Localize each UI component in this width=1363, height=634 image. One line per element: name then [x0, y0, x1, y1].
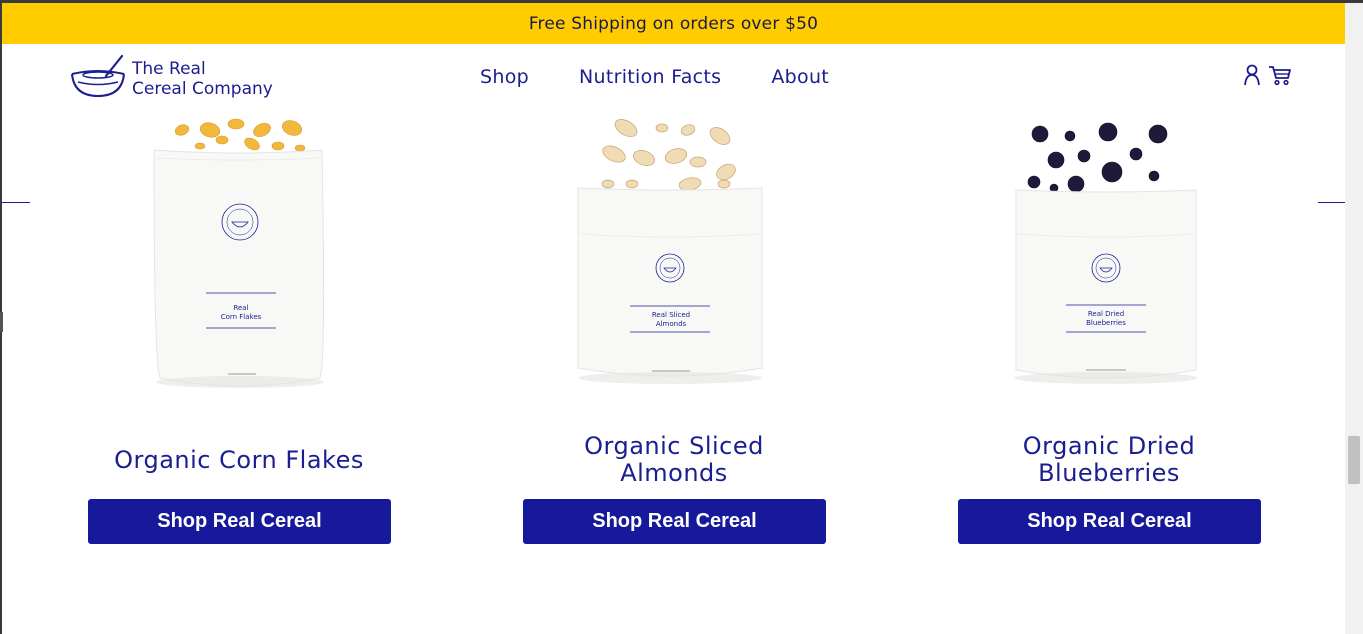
vertical-scrollbar[interactable] [1345, 3, 1363, 634]
product-image-corn-flakes[interactable]: Real Corn Flakes [140, 116, 340, 400]
window-frame-notch [0, 312, 3, 332]
product-title-line-1: Organic Sliced [584, 432, 764, 460]
header-actions [1242, 64, 1298, 90]
logo[interactable]: The Real Cereal Company [70, 54, 273, 104]
product-title-sliced-almonds[interactable]: Organic Sliced Almonds [504, 433, 844, 487]
nav-shop[interactable]: Shop [480, 66, 529, 88]
user-icon[interactable] [1242, 64, 1262, 90]
bag-label-blueberries-1: Real Dried [1088, 310, 1124, 318]
carousel-next-arrow[interactable] [1318, 202, 1345, 203]
bag-label-blueberries-2: Blueberries [1086, 319, 1126, 327]
shop-real-cereal-button-dried-blueberries[interactable]: Shop Real Cereal [958, 499, 1261, 544]
bag-label-corn-2: Corn Flakes [221, 313, 262, 321]
cart-icon[interactable] [1268, 64, 1292, 90]
product-title-line-2: Almonds [620, 459, 728, 487]
logo-line-2: Cereal Company [132, 79, 273, 99]
promo-text: Free Shipping on orders over $50 [528, 13, 819, 34]
product-image-sliced-almonds[interactable]: Real Sliced Almonds [570, 116, 770, 400]
product-title-corn-flakes[interactable]: Organic Corn Flakes [69, 447, 409, 474]
product-image-dried-blueberries[interactable]: Real Dried Blueberries [1006, 116, 1206, 400]
scrollbar-thumb[interactable] [1348, 436, 1360, 484]
logo-text: The Real Cereal Company [132, 59, 273, 99]
nav-nutrition-facts[interactable]: Nutrition Facts [579, 66, 721, 88]
product-title-line-1: Organic Dried [1022, 432, 1196, 460]
bag-label-corn-1: Real [233, 304, 248, 312]
shop-real-cereal-button-corn-flakes[interactable]: Shop Real Cereal [88, 499, 391, 544]
shop-real-cereal-button-sliced-almonds[interactable]: Shop Real Cereal [523, 499, 826, 544]
product-title-dried-blueberries[interactable]: Organic Dried Blueberries [939, 433, 1279, 487]
logo-line-1: The Real [132, 59, 206, 79]
site-header: The Real Cereal Company Shop Nutrition F… [2, 44, 1345, 116]
bag-label-almonds-1: Real Sliced [652, 311, 690, 319]
bag-label-almonds-2: Almonds [656, 320, 687, 328]
product-title-line-1: Organic Corn Flakes [114, 446, 364, 474]
bowl-logo-icon [70, 54, 126, 104]
carousel-prev-arrow[interactable] [2, 202, 30, 203]
product-title-line-2: Blueberries [1038, 459, 1180, 487]
promo-banner: Free Shipping on orders over $50 [2, 3, 1345, 44]
main-nav: Shop Nutrition Facts About [480, 66, 829, 88]
nav-about[interactable]: About [771, 66, 829, 88]
